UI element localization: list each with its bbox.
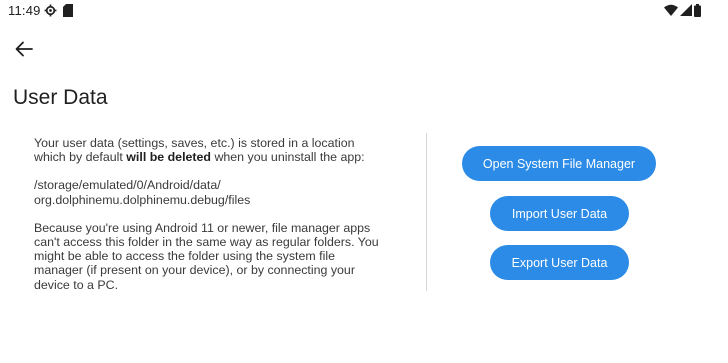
back-button[interactable]: [10, 36, 38, 62]
export-user-data-button[interactable]: Export User Data: [490, 245, 629, 280]
data-path-line2: org.dolphinemu.dolphinemu.debug/files: [34, 192, 251, 207]
intro-text-end: when you uninstall the app:: [211, 150, 365, 165]
description-text: Your user data (settings, saves, etc.) i…: [34, 136, 386, 306]
wifi-icon: [664, 4, 678, 16]
signal-icon: [680, 4, 692, 16]
vertical-divider: [426, 133, 427, 291]
data-path-line1: /storage/emulated/0/Android/data/: [34, 178, 221, 193]
open-system-file-manager-button[interactable]: Open System File Manager: [462, 146, 656, 181]
import-user-data-button[interactable]: Import User Data: [490, 196, 629, 231]
intro-text-bold: will be deleted: [126, 150, 211, 165]
sd-card-icon: [63, 4, 73, 17]
arrow-back-icon: [15, 41, 33, 57]
android11-note: Because you're using Android 11 or newer…: [34, 220, 379, 292]
data-path: /storage/emulated/0/Android/data/org.dol…: [34, 178, 386, 206]
battery-icon: [694, 4, 701, 17]
page-title: User Data: [13, 86, 108, 109]
intro-paragraph: Your user data (settings, saves, etc.) i…: [34, 136, 386, 164]
settings-gear-icon: [44, 4, 57, 17]
status-bar: 11:49: [0, 0, 728, 22]
status-time: 11:49: [8, 3, 41, 18]
